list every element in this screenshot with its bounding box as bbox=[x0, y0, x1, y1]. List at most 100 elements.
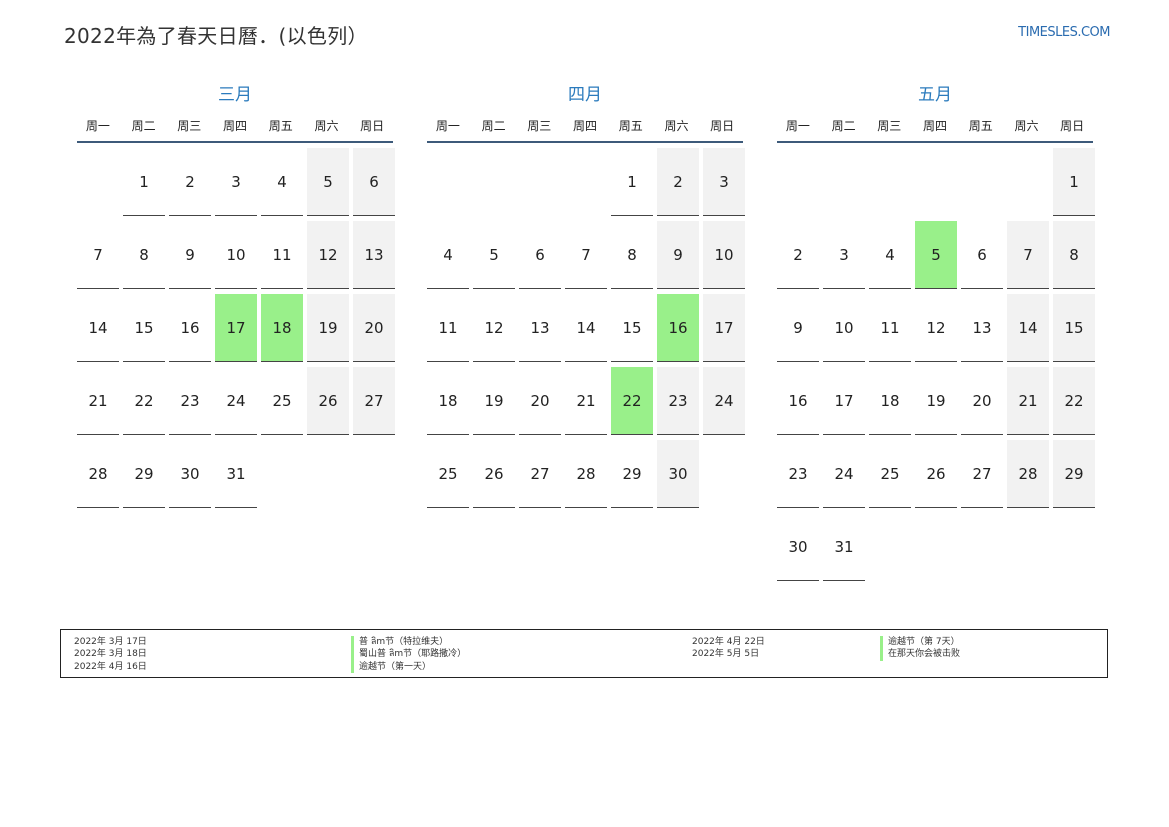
empty-cell bbox=[915, 148, 957, 216]
day-cell: 10 bbox=[823, 294, 865, 362]
holiday-day-cell: 16 bbox=[657, 294, 699, 362]
weekday-header: 周一 周二 周三 周四 周五 周六 周日 bbox=[427, 117, 743, 143]
legend-holiday-name: 蜀山普 ลิm节（耶路撒冷） bbox=[351, 648, 466, 661]
legend-dates-col-2: 2022年 4月 22日 2022年 5月 5日 bbox=[692, 636, 765, 661]
day-cell: 10 bbox=[215, 221, 257, 289]
weekday-label: 周五 bbox=[968, 119, 993, 133]
day-cell: 25 bbox=[427, 440, 469, 508]
day-cell: 19 bbox=[473, 367, 515, 435]
day-grid: 1 2 3 4 5 6 7 8 9 10 11 12 13 14 15 16 17 18 19 20 21 22 23 24 2… bbox=[777, 148, 1095, 581]
day-cell: 1 bbox=[1053, 148, 1095, 216]
weekday-label: 周六 bbox=[314, 119, 339, 133]
day-cell: 4 bbox=[869, 221, 911, 289]
day-cell: 22 bbox=[123, 367, 165, 435]
weekday-label: 周日 bbox=[360, 119, 385, 133]
day-cell: 12 bbox=[915, 294, 957, 362]
weekday-header: 周一 周二 周三 周四 周五 周六 周日 bbox=[77, 117, 393, 143]
page-title: 2022年為了春天日曆．(以色列） bbox=[64, 24, 368, 48]
day-cell: 23 bbox=[169, 367, 211, 435]
day-cell: 4 bbox=[261, 148, 303, 216]
day-cell: 18 bbox=[427, 367, 469, 435]
day-cell: 20 bbox=[353, 294, 395, 362]
day-cell: 7 bbox=[565, 221, 607, 289]
day-cell: 6 bbox=[353, 148, 395, 216]
day-cell: 16 bbox=[169, 294, 211, 362]
weekday-label: 周一 bbox=[85, 119, 110, 133]
day-cell: 24 bbox=[703, 367, 745, 435]
day-cell: 2 bbox=[777, 221, 819, 289]
empty-cell bbox=[777, 148, 819, 216]
day-cell: 14 bbox=[565, 294, 607, 362]
day-cell: 28 bbox=[565, 440, 607, 508]
day-cell: 13 bbox=[353, 221, 395, 289]
day-cell: 24 bbox=[823, 440, 865, 508]
day-cell: 2 bbox=[169, 148, 211, 216]
day-cell: 30 bbox=[169, 440, 211, 508]
weekday-label: 周六 bbox=[664, 119, 689, 133]
day-cell: 15 bbox=[611, 294, 653, 362]
day-cell: 11 bbox=[869, 294, 911, 362]
legend-holiday-name: 普 ลิm节（特拉维夫） bbox=[351, 636, 466, 649]
day-cell: 2 bbox=[657, 148, 699, 216]
day-cell: 16 bbox=[777, 367, 819, 435]
day-cell: 12 bbox=[473, 294, 515, 362]
legend-holiday-name: 逾越节（第 7天） bbox=[880, 636, 960, 649]
holiday-day-cell: 17 bbox=[215, 294, 257, 362]
day-cell: 5 bbox=[307, 148, 349, 216]
weekday-label: 周五 bbox=[268, 119, 293, 133]
holiday-day-cell: 22 bbox=[611, 367, 653, 435]
legend-date: 2022年 4月 22日 bbox=[692, 637, 765, 647]
day-cell: 3 bbox=[703, 148, 745, 216]
day-cell: 1 bbox=[611, 148, 653, 216]
legend-date: 2022年 5月 5日 bbox=[692, 649, 760, 660]
empty-cell bbox=[565, 148, 607, 216]
day-cell: 3 bbox=[823, 221, 865, 289]
legend-dates-col-1: 2022年 3月 17日 2022年 3月 18日 2022年 4月 16日 bbox=[74, 636, 147, 673]
day-cell: 26 bbox=[915, 440, 957, 508]
holiday-day-cell: 18 bbox=[261, 294, 303, 362]
empty-cell bbox=[961, 148, 1003, 216]
day-cell: 27 bbox=[961, 440, 1003, 508]
day-cell: 13 bbox=[519, 294, 561, 362]
day-cell: 25 bbox=[261, 367, 303, 435]
day-cell: 28 bbox=[77, 440, 119, 508]
legend-holiday-name: 在那天你会被击败 bbox=[880, 648, 960, 661]
day-cell: 11 bbox=[427, 294, 469, 362]
weekday-label: 周四 bbox=[573, 119, 598, 133]
legend-names-col-1: 普 ลิm节（特拉维夫） 蜀山普 ลิm节（耶路撒冷） 逾越节（第一天） bbox=[351, 636, 466, 673]
day-cell: 21 bbox=[1007, 367, 1049, 435]
legend-holiday-name: 逾越节（第一天） bbox=[351, 660, 466, 673]
month-april: 四月 周一 周二 周三 周四 周五 周六 周日 1 2 3 4 5 6 7 8 9 10 11 12 1… bbox=[427, 84, 745, 508]
day-cell: 19 bbox=[915, 367, 957, 435]
day-cell: 28 bbox=[1007, 440, 1049, 508]
day-cell: 23 bbox=[777, 440, 819, 508]
empty-cell bbox=[1007, 148, 1049, 216]
weekday-label: 周二 bbox=[831, 119, 856, 133]
day-cell: 7 bbox=[77, 221, 119, 289]
legend-date: 2022年 3月 17日 bbox=[74, 637, 147, 647]
month-may: 五月 周一 周二 周三 周四 周五 周六 周日 1 2 3 4 5 6 7 8 9 10 11 12 1… bbox=[777, 84, 1095, 581]
day-cell: 22 bbox=[1053, 367, 1095, 435]
day-cell: 15 bbox=[1053, 294, 1095, 362]
day-cell: 4 bbox=[427, 221, 469, 289]
empty-cell bbox=[519, 148, 561, 216]
weekday-label: 周三 bbox=[877, 119, 902, 133]
day-cell: 14 bbox=[77, 294, 119, 362]
day-cell: 21 bbox=[77, 367, 119, 435]
day-cell: 15 bbox=[123, 294, 165, 362]
site-link[interactable]: TIMESLES.COM bbox=[1018, 25, 1110, 40]
month-march: 三月 周一 周二 周三 周四 周五 周六 周日 1 2 3 4 5 6 7 8 9 10 11 12 1… bbox=[77, 84, 395, 508]
day-cell: 29 bbox=[1053, 440, 1095, 508]
empty-cell bbox=[77, 148, 119, 216]
legend-date: 2022年 4月 16日 bbox=[74, 661, 147, 672]
day-cell: 9 bbox=[169, 221, 211, 289]
day-cell: 3 bbox=[215, 148, 257, 216]
day-cell: 14 bbox=[1007, 294, 1049, 362]
day-cell: 31 bbox=[823, 513, 865, 581]
day-cell: 9 bbox=[657, 221, 699, 289]
day-cell: 21 bbox=[565, 367, 607, 435]
holiday-legend: 2022年 3月 17日 2022年 3月 18日 2022年 4月 16日 普… bbox=[60, 629, 1108, 678]
weekday-header: 周一 周二 周三 周四 周五 周六 周日 bbox=[777, 117, 1093, 143]
month-title: 三月 bbox=[218, 85, 252, 105]
day-cell: 29 bbox=[611, 440, 653, 508]
